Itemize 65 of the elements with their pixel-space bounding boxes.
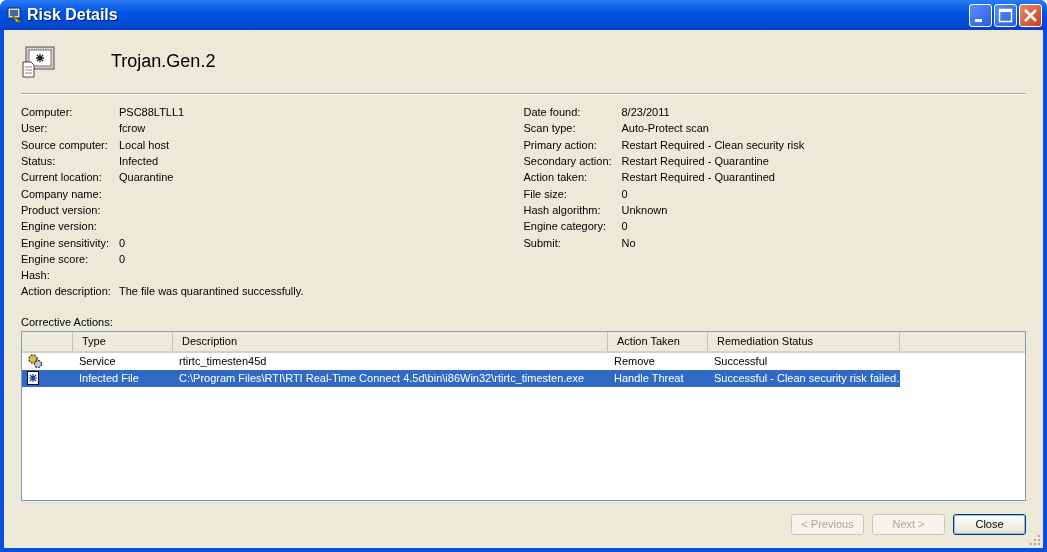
table-cell-text: Successful - Clean security risk failed. (713, 372, 900, 385)
field-label: Primary action: (523, 138, 598, 151)
table-cell-text: Infected File (78, 372, 140, 385)
risk-name: Trojan.Gen.2 (111, 51, 216, 72)
table-cell-text: Service (78, 355, 117, 368)
field-value: fcrow (119, 122, 146, 135)
field-label: Engine category: (523, 220, 608, 233)
window-title: Risk Details (27, 6, 118, 24)
resize-grip-icon (1030, 535, 1041, 546)
field-value: The file was quarantined successfully. (119, 285, 304, 298)
field-value: 8/23/2011 (621, 106, 670, 119)
column-header[interactable]: Remediation Status (708, 331, 900, 351)
gears-icon (27, 353, 43, 370)
field-value: Auto-Protect scan (621, 122, 709, 135)
field-label: Submit: (523, 236, 562, 249)
field-value: No (621, 236, 636, 249)
field-value: Infected (119, 155, 159, 168)
field-value: 0 (119, 236, 126, 249)
close-button[interactable] (1019, 3, 1042, 27)
field-label: Source computer: (21, 138, 109, 151)
field-label: Engine score: (21, 252, 90, 265)
field-label: User: (21, 122, 49, 135)
field-label: File size: (523, 187, 568, 200)
maximize-button[interactable] (994, 3, 1017, 27)
table-cell-text: Handle Threat (613, 372, 685, 385)
field-value: 0 (621, 187, 628, 200)
field-value: Restart Required - Quarantine (621, 155, 769, 168)
infected-file-icon (27, 371, 39, 386)
table-cell-text: Successful (713, 355, 769, 368)
field-label: Action taken: (523, 171, 589, 184)
field-label: Date found: (523, 106, 582, 119)
field-label: Company name: (21, 187, 103, 200)
field-value: 0 (119, 252, 126, 265)
field-value: Unknown (621, 203, 668, 216)
field-value: Local host (119, 138, 170, 151)
field-label: Hash algorithm: (523, 203, 602, 216)
table-row[interactable]: Infected File C:\Program Files\RTI\RTI Real-Time Connect 4.5d\bin\i86Win32\rtirtc_timesten.exe Handle Threat Successful - Clean security risk failed. (22, 369, 900, 387)
field-label: Engine sensitivity: (21, 236, 111, 249)
field-label: Current location: (21, 171, 103, 184)
minimize-button[interactable] (969, 3, 992, 27)
field-label: Secondary action: (523, 155, 613, 168)
dialog-button[interactable]: Close (953, 513, 1026, 535)
field-label: Product version: (21, 203, 102, 216)
field-label: Engine version: (21, 220, 98, 233)
table-cell-text: C:\Program Files\RTI\RTI Real-Time Connect 4.5d\bin\i86Win32\rtirtc_timesten.exe (178, 372, 586, 385)
field-value: 0 (621, 220, 628, 233)
table-row[interactable]: Service rtirtc_timesten45d Remove Successful (22, 352, 1025, 370)
field-label: Scan type: (523, 122, 577, 135)
field-label: Hash: (21, 269, 51, 282)
app-icon (7, 7, 23, 23)
minimize-icon (974, 18, 982, 22)
field-value: Restart Required - Clean security risk (621, 138, 805, 151)
field-label: Action description: (21, 285, 112, 298)
threat-file-icon (22, 45, 56, 78)
column-header[interactable]: Type (73, 331, 173, 351)
field-value: Quarantine (119, 171, 174, 184)
table-cell-text: rtirtc_timesten45d (178, 355, 268, 368)
field-value: Restart Required - Quarantined (621, 171, 775, 184)
section-label: Corrective Actions: (21, 315, 114, 329)
column-header[interactable]: Description (173, 331, 608, 351)
column-header[interactable]: Action Taken (608, 331, 708, 351)
field-label: Status: (21, 155, 57, 168)
table-cell-text: Remove (613, 355, 656, 368)
field-label: Computer: (21, 106, 74, 119)
field-value: PSC88LTLL1 (119, 106, 185, 119)
